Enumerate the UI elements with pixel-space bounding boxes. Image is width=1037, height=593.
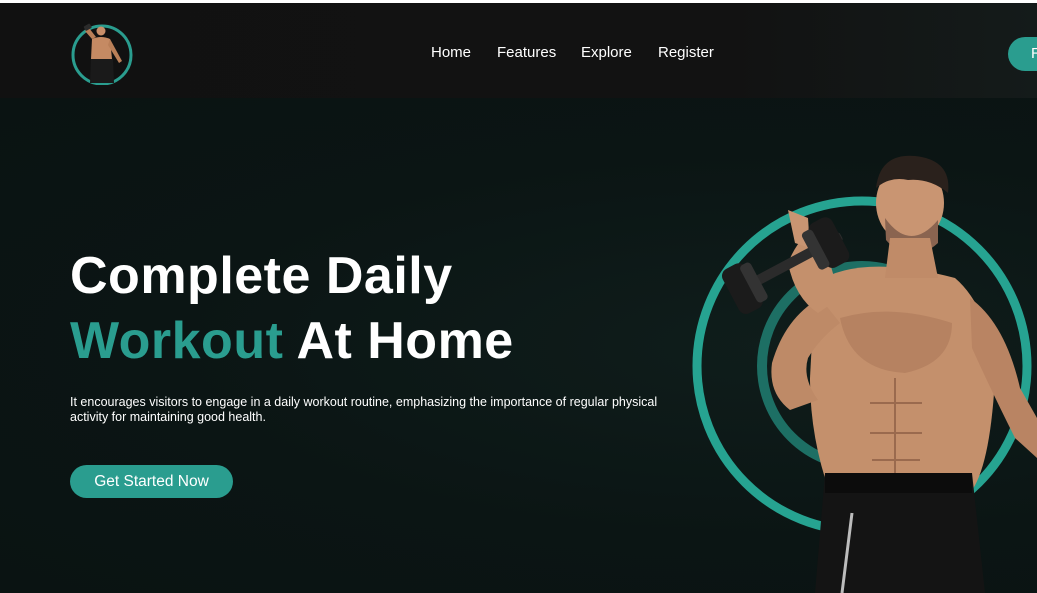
hero-title-line1: Complete Daily: [70, 247, 453, 305]
nav-explore[interactable]: Explore: [581, 44, 632, 61]
hero-section: Complete Daily Workout At Home It encour…: [0, 98, 1037, 593]
nav-features[interactable]: Features: [497, 44, 556, 61]
nav-register[interactable]: Register: [658, 44, 714, 61]
get-started-button[interactable]: Get Started Now: [70, 465, 233, 498]
hero-title-accent: Workout: [70, 312, 284, 370]
navbar: Home Features Explore Register R: [0, 3, 1037, 98]
nav-home[interactable]: Home: [431, 44, 471, 61]
nav-cta-button[interactable]: R: [1008, 37, 1037, 71]
hero-title: Complete Daily Workout At Home: [70, 244, 630, 374]
hero-image: [690, 148, 1037, 593]
logo-icon[interactable]: [70, 21, 134, 86]
hero-description: It encourages visitors to engage in a da…: [70, 395, 658, 424]
hero-title-rest: At Home: [296, 312, 514, 370]
